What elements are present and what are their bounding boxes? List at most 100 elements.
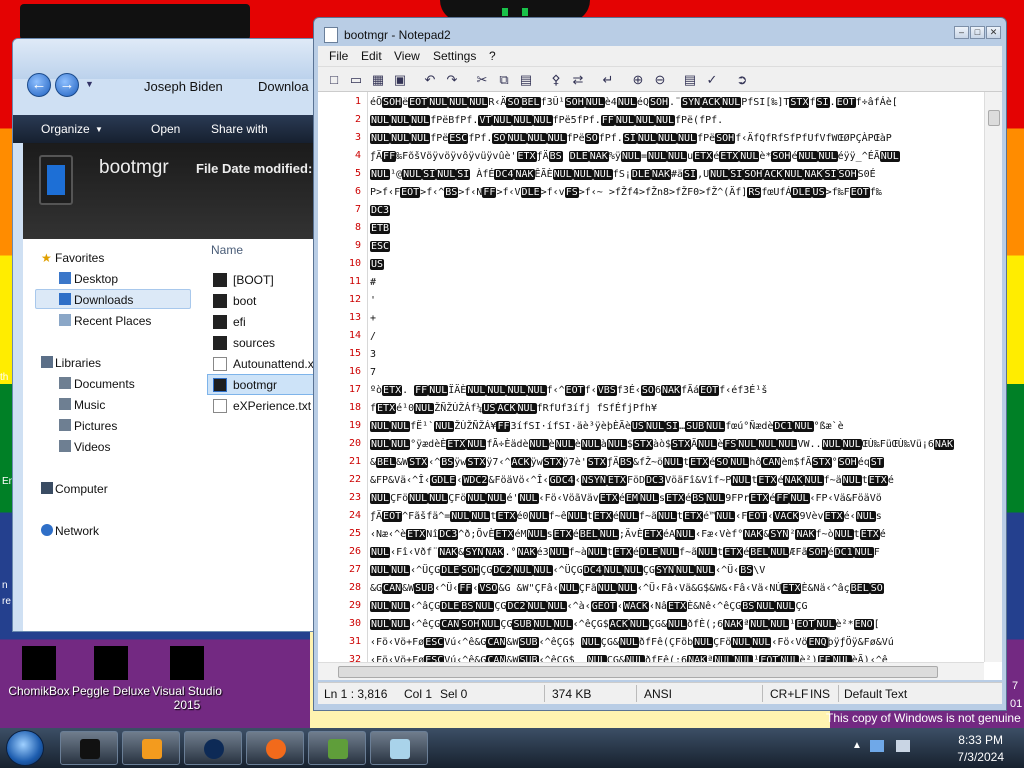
vertical-scrollbar[interactable] xyxy=(984,92,1002,662)
line-number: 28 xyxy=(348,582,361,593)
redo-icon[interactable]: ↷ xyxy=(444,72,460,88)
line-number: 22 xyxy=(348,474,361,485)
minimize-button[interactable]: – xyxy=(954,26,969,39)
menu-view[interactable]: View xyxy=(394,49,420,63)
taskbar-button-globe[interactable] xyxy=(184,731,242,765)
exit-icon[interactable]: ➲ xyxy=(734,72,750,88)
notepad2-window: bootmgr - Notepad2 – □ ✕ File Edit View … xyxy=(313,17,1007,711)
forward-button[interactable]: → xyxy=(55,73,79,97)
browse-icon[interactable]: ▦ xyxy=(370,72,386,88)
line-number: 26 xyxy=(348,546,361,557)
breadcrumb-downloads[interactable]: Downloa xyxy=(258,79,309,94)
menu-settings[interactable]: Settings xyxy=(433,49,476,63)
zoom-in-icon[interactable]: ⊕ xyxy=(630,72,646,88)
file-item[interactable]: efi xyxy=(213,315,246,329)
nav-documents[interactable]: Documents xyxy=(74,377,135,391)
firefox-icon xyxy=(266,739,286,759)
nav-computer[interactable]: Computer xyxy=(55,482,108,496)
taskbar-button-media-player[interactable] xyxy=(122,731,180,765)
desktop-icon xyxy=(59,272,71,284)
back-button[interactable]: ← xyxy=(27,73,51,97)
chevron-down-icon: ▼ xyxy=(95,125,103,134)
status-scheme[interactable]: Default Text xyxy=(844,687,907,701)
close-button[interactable]: ✕ xyxy=(986,26,1001,39)
file-name: efi xyxy=(233,315,246,329)
code-line: NULÇFöNUL NULÇFöNUL NULé'NUL‹Fö‹VöãVävETXé… xyxy=(370,493,882,504)
nav-desktop[interactable]: Desktop xyxy=(74,272,118,286)
taskbar-button-explorer[interactable] xyxy=(60,731,118,765)
line-number: 2 xyxy=(354,114,361,125)
volume-icon[interactable] xyxy=(896,740,910,752)
zoom-out-icon[interactable]: ⊖ xyxy=(652,72,668,88)
nav-downloads[interactable]: Downloads xyxy=(74,293,133,307)
nav-videos[interactable]: Videos xyxy=(74,440,110,454)
undo-icon[interactable]: ↶ xyxy=(422,72,438,88)
nav-music[interactable]: Music xyxy=(74,398,105,412)
menu-file[interactable]: File xyxy=(329,49,348,63)
organize-button[interactable]: Organize xyxy=(41,122,90,136)
new-file-icon[interactable]: □ xyxy=(326,72,342,88)
share-with-button[interactable]: Share with xyxy=(211,122,268,136)
open-button[interactable]: Open xyxy=(151,122,180,136)
nav-recent-places[interactable]: Recent Places xyxy=(74,314,151,328)
code-line: P>f‹FEOT>f‹^BS>f‹NFF>f‹VDLE>f‹vFS>f‹~ >f… xyxy=(370,187,882,198)
line-number: 12 xyxy=(348,294,361,305)
window-title: bootmgr - Notepad2 xyxy=(344,28,451,42)
horizontal-scrollbar[interactable] xyxy=(318,662,984,680)
taskbar-button-notepad2[interactable] xyxy=(370,731,428,765)
scheme-icon[interactable]: ▤ xyxy=(682,72,698,88)
taskbar-button-firefox[interactable] xyxy=(246,731,304,765)
file-item-selected[interactable]: bootmgr xyxy=(213,378,277,392)
file-item[interactable]: boot xyxy=(213,294,256,308)
code-line: DC3 xyxy=(370,205,391,216)
paste-icon[interactable]: ▤ xyxy=(518,72,534,88)
line-number: 18 xyxy=(348,402,361,413)
cut-icon[interactable]: ✂ xyxy=(474,72,490,88)
status-encoding[interactable]: ANSI xyxy=(644,687,672,701)
find-icon[interactable]: ⚴ xyxy=(548,72,564,88)
tray-expand-icon[interactable]: ▲ xyxy=(852,740,862,751)
plants-icon xyxy=(328,739,348,759)
file-item[interactable]: Autounattend.xm xyxy=(213,357,317,371)
code-line: ƒÄEOT^Fãšfä^=NUL NULtETXé0NULf~êNULtETXéN… xyxy=(370,511,882,522)
maximize-button[interactable]: □ xyxy=(970,26,985,39)
copy-icon[interactable]: ⧉ xyxy=(496,72,512,88)
replace-icon[interactable]: ⇄ xyxy=(570,72,586,88)
column-header-name[interactable]: Name xyxy=(211,243,243,257)
desktop-icon-visual-studio[interactable]: Visual Studio 2015 xyxy=(142,646,232,712)
nav-favorites[interactable]: Favorites xyxy=(55,251,104,265)
videos-icon xyxy=(59,440,71,452)
settings-icon[interactable]: ✓ xyxy=(704,72,720,88)
menu-bar: File Edit View Settings ? xyxy=(318,46,1002,66)
save-icon[interactable]: ▣ xyxy=(392,72,408,88)
menu-edit[interactable]: Edit xyxy=(361,49,382,63)
line-number: 7 xyxy=(354,204,361,215)
network-tray-icon[interactable] xyxy=(870,740,884,752)
start-button[interactable] xyxy=(6,730,44,766)
taskbar-button-plants[interactable] xyxy=(308,731,366,765)
status-ins[interactable]: INS xyxy=(810,687,830,701)
file-item[interactable]: sources xyxy=(213,336,275,350)
open-folder-icon[interactable]: ▭ xyxy=(348,72,364,88)
status-eol[interactable]: CR+LF xyxy=(770,687,808,701)
vertical-scroll-thumb[interactable] xyxy=(988,110,1000,126)
edge-text: n xyxy=(2,580,8,591)
details-file-name: bootmgr xyxy=(99,157,169,178)
folder-icon xyxy=(213,273,227,287)
history-dropdown-icon[interactable]: ▼ xyxy=(85,79,94,89)
line-number: 8 xyxy=(354,222,361,233)
nav-pictures[interactable]: Pictures xyxy=(74,419,117,433)
line-number-gutter: 1 2 3 4 5 6 7 8 9 10 11 12 13 14 15 16 17 18 19 20 21 22 23 24 2… xyxy=(318,92,368,680)
menu-help[interactable]: ? xyxy=(489,49,496,63)
line-number: 17 xyxy=(348,384,361,395)
editor[interactable]: 1 2 3 4 5 6 7 8 9 10 11 12 13 14 15 16 17 18 19 20 21 22 23 24 2… xyxy=(318,92,1002,680)
nav-network[interactable]: Network xyxy=(55,524,99,538)
details-pane: bootmgr File Date modified: xyxy=(23,143,317,239)
nav-libraries[interactable]: Libraries xyxy=(55,356,101,370)
word-wrap-icon[interactable]: ↵ xyxy=(600,72,616,88)
file-item[interactable]: [BOOT] xyxy=(213,273,274,287)
clock[interactable]: 8:33 PM 7/3/2024 xyxy=(957,732,1004,766)
breadcrumb-joseph-biden[interactable]: Joseph Biden xyxy=(144,79,223,94)
horizontal-scroll-thumb[interactable] xyxy=(338,666,938,678)
file-item[interactable]: eXPerience.txt xyxy=(213,399,311,413)
